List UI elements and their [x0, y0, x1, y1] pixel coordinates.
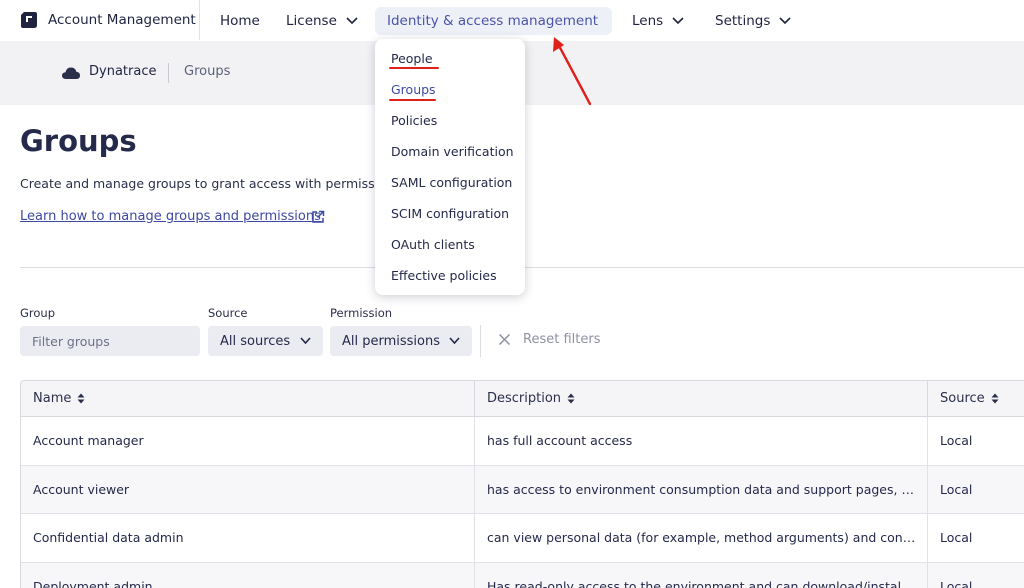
menu-item-policies[interactable]: Policies	[391, 113, 437, 128]
cell-source: Local	[940, 578, 973, 588]
table-header: Name Description Source	[21, 381, 1024, 417]
nav-home-label: Home	[220, 13, 260, 29]
chevron-down-icon	[300, 337, 311, 345]
page-title: Groups	[20, 124, 137, 158]
nav-identity-label: Identity & access management	[387, 13, 599, 29]
source-select[interactable]: All sources	[208, 326, 323, 356]
breadcrumb-current: Groups	[184, 64, 231, 79]
cell-description: Has read-only access to the environment …	[475, 562, 928, 588]
group-filter-label: Group	[20, 306, 56, 320]
filter-separator	[480, 325, 481, 357]
cell-source: Local	[940, 481, 973, 497]
menu-item-groups[interactable]: Groups	[391, 82, 436, 97]
page-description: Create and manage groups to grant access…	[20, 176, 375, 191]
menu-item-domain-verification[interactable]: Domain verification	[391, 144, 514, 159]
nav-lens[interactable]: Lens	[620, 7, 696, 35]
cell-description: has access to environment consumption da…	[475, 465, 928, 513]
table-row[interactable]: Confidential data admin can view persona…	[21, 514, 1024, 563]
menu-item-saml-configuration[interactable]: SAML configuration	[391, 175, 512, 190]
nav-settings-label: Settings	[715, 13, 771, 29]
nav-home[interactable]: Home	[208, 7, 272, 35]
sort-icon	[77, 393, 85, 404]
learn-more-link[interactable]: Learn how to manage groups and permissio…	[20, 209, 321, 224]
nav-lens-label: Lens	[632, 13, 664, 29]
table-row[interactable]: Account viewer has access to environment…	[21, 465, 1024, 514]
chevron-down-icon	[346, 17, 358, 25]
source-filter-label: Source	[208, 306, 248, 320]
groups-table: Name Description Source Account manager …	[20, 380, 1024, 588]
menu-item-scim-configuration[interactable]: SCIM configuration	[391, 206, 509, 221]
chevron-down-icon	[779, 17, 791, 25]
column-header-description[interactable]: Description	[475, 381, 928, 416]
annotation-arrow-icon	[553, 37, 592, 106]
menu-item-effective-policies[interactable]: Effective policies	[391, 268, 497, 283]
table-row[interactable]: Account manager has full account access …	[21, 417, 1024, 466]
nav-settings[interactable]: Settings	[703, 7, 803, 35]
sort-icon	[567, 393, 575, 404]
cell-source: Local	[940, 530, 973, 546]
column-header-label: Description	[487, 391, 562, 406]
column-header-label: Source	[940, 391, 985, 406]
breadcrumb-home[interactable]: Dynatrace	[89, 64, 156, 79]
cell-description: has full account access	[475, 417, 928, 465]
column-header-name[interactable]: Name	[21, 381, 475, 416]
column-header-label: Name	[33, 391, 72, 406]
permission-filter-label: Permission	[330, 306, 393, 320]
permission-select-value: All permissions	[342, 333, 441, 349]
identity-access-dropdown-menu: People Groups Policies Domain verificati…	[375, 39, 525, 295]
annotation-underline-groups	[389, 99, 436, 101]
column-header-source[interactable]: Source	[928, 381, 1024, 416]
cell-description: can view personal data (for example, met…	[475, 514, 928, 562]
app-brand[interactable]: Account Management	[0, 0, 200, 40]
cell-name: Deployment admin	[21, 562, 475, 588]
nav-license-label: License	[286, 13, 337, 29]
cell-name: Account manager	[21, 417, 475, 465]
permission-select[interactable]: All permissions	[330, 326, 472, 356]
chevron-down-icon	[672, 17, 684, 25]
app-title: Account Management	[48, 12, 196, 28]
reset-filters-label: Reset filters	[523, 332, 601, 347]
group-filter-input[interactable]	[20, 326, 200, 356]
cell-name: Account viewer	[21, 465, 475, 513]
nav-identity-access-management[interactable]: Identity & access management	[375, 7, 612, 35]
table-row[interactable]: Deployment admin Has read-only access to…	[21, 562, 1024, 588]
cloud-icon	[62, 67, 80, 79]
chevron-down-icon	[449, 337, 460, 345]
nav-license[interactable]: License	[274, 7, 370, 35]
annotation-underline-people	[389, 67, 439, 69]
external-link-icon[interactable]	[311, 210, 325, 224]
breadcrumb-separator	[168, 63, 169, 83]
reset-filters-button[interactable]: Reset filters	[498, 332, 600, 347]
menu-item-oauth-clients[interactable]: OAuth clients	[391, 237, 475, 252]
dynatrace-logo-icon	[21, 12, 37, 28]
menu-item-people[interactable]: People	[391, 51, 433, 66]
cell-name: Confidential data admin	[21, 514, 475, 562]
cell-source: Local	[940, 433, 973, 449]
source-select-value: All sources	[220, 333, 291, 349]
sort-icon	[991, 393, 999, 404]
close-icon	[498, 333, 511, 346]
